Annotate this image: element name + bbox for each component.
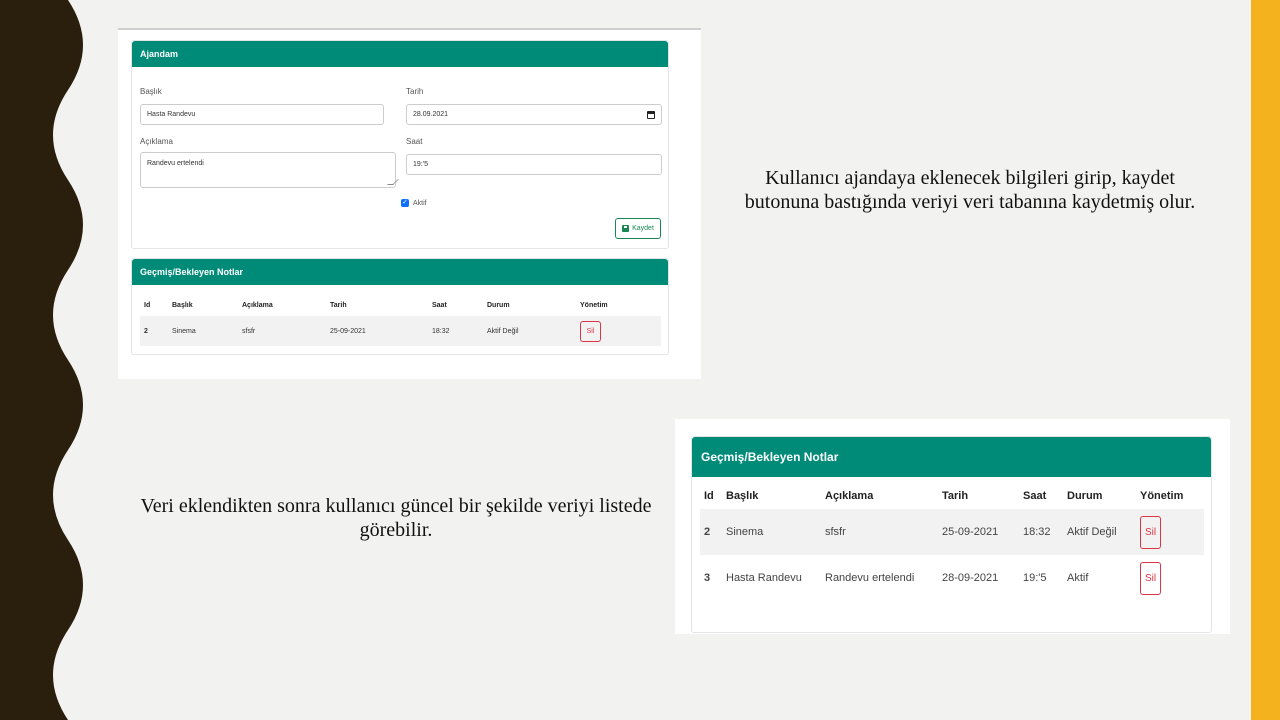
tarih-label: Tarih bbox=[406, 87, 424, 96]
delete-button[interactable]: Sil bbox=[580, 320, 601, 342]
right-accent-bar bbox=[1251, 0, 1280, 720]
aktif-checkbox-group[interactable]: ✓ Aktif bbox=[401, 199, 427, 207]
form-screenshot: Ajandam Başlık Hasta Randevu Tarih 28.09… bbox=[118, 28, 701, 379]
save-button[interactable]: Kaydet bbox=[615, 218, 661, 239]
baslik-input[interactable]: Hasta Randevu bbox=[140, 104, 384, 125]
col-id: Id bbox=[704, 490, 714, 502]
cell-id: 2 bbox=[704, 526, 711, 538]
aciklama-textarea[interactable]: Randevu ertelendi bbox=[140, 152, 399, 188]
caption-top: Kullanıcı ajandaya eklenecek bilgileri g… bbox=[744, 167, 1196, 213]
saat-label: Saat bbox=[406, 137, 423, 146]
aktif-checkbox[interactable]: ✓ bbox=[401, 199, 409, 207]
cell-tarih: 25-09-2021 bbox=[330, 327, 366, 335]
cell-yonetim: Sil bbox=[1140, 509, 1204, 555]
col-durum: Durum bbox=[1067, 490, 1103, 502]
caption-bottom: Veri eklendikten sonra kullanıcı güncel … bbox=[140, 495, 652, 541]
col-durum: Durum bbox=[487, 302, 510, 309]
cell-durum: Aktif Değil bbox=[1067, 526, 1117, 538]
saat-input[interactable]: 19:'5 bbox=[406, 154, 662, 175]
cell-aciklama: Randevu ertelendi bbox=[825, 572, 915, 584]
col-aciklama: Açıklama bbox=[242, 302, 273, 309]
table-row: 3 Hasta Randevu Randevu ertelendi 28-09-… bbox=[700, 555, 1204, 601]
cell-id: 3 bbox=[704, 572, 711, 584]
notes-table-small: Id Başlık Açıklama Tarih Saat Durum Yöne… bbox=[140, 295, 661, 346]
tarih-input[interactable]: 28.09.2021 bbox=[406, 104, 662, 125]
cell-baslik: Hasta Randevu bbox=[726, 572, 802, 584]
col-id: Id bbox=[144, 302, 151, 309]
col-yonetim: Yönetim bbox=[580, 302, 608, 309]
notes-card-small: Geçmiş/Bekleyen Notlar Id Başlık Açıklam… bbox=[131, 258, 669, 355]
floppy-disk-icon bbox=[622, 225, 630, 232]
col-yonetim: Yönetim bbox=[1140, 490, 1184, 502]
table-row: 2 Sinema sfsfr 25-09-2021 18:32 Aktif De… bbox=[700, 509, 1204, 555]
col-aciklama: Açıklama bbox=[825, 490, 874, 502]
aciklama-value: Randevu ertelendi bbox=[147, 160, 204, 167]
aktif-label: Aktif bbox=[413, 199, 427, 207]
cell-baslik: Sinema bbox=[726, 526, 764, 538]
col-tarih: Tarih bbox=[942, 490, 969, 502]
col-baslik: Başlık bbox=[172, 302, 193, 309]
save-button-label: Kaydet bbox=[632, 225, 654, 232]
cell-aciklama: sfsfr bbox=[242, 327, 256, 335]
cell-saat: 18:32 bbox=[432, 327, 450, 335]
resize-handle[interactable] bbox=[387, 179, 399, 185]
aciklama-label: Açıklama bbox=[140, 137, 173, 146]
cell-saat: 18:32 bbox=[1023, 526, 1051, 538]
col-saat: Saat bbox=[1023, 490, 1047, 502]
col-baslik: Başlık bbox=[726, 490, 759, 502]
cell-durum: Aktif Değil bbox=[487, 327, 519, 335]
cell-tarih: 25-09-2021 bbox=[942, 526, 999, 538]
agenda-card-title: Ajandam bbox=[132, 41, 668, 67]
table-row: 2 Sinema sfsfr 25-09-2021 18:32 Aktif De… bbox=[140, 316, 661, 346]
col-tarih: Tarih bbox=[330, 302, 347, 309]
notes-card-small-title: Geçmiş/Bekleyen Notlar bbox=[132, 259, 668, 285]
cell-aciklama: sfsfr bbox=[825, 526, 846, 538]
cell-tarih: 28-09-2021 bbox=[942, 572, 999, 584]
baslik-label: Başlık bbox=[140, 87, 162, 96]
delete-button[interactable]: Sil bbox=[1140, 515, 1161, 549]
cell-yonetim: Sil bbox=[580, 316, 661, 346]
calendar-icon[interactable] bbox=[647, 111, 655, 119]
tarih-value: 28.09.2021 bbox=[413, 111, 449, 118]
delete-button[interactable]: Sil bbox=[1140, 561, 1161, 595]
cell-id: 2 bbox=[144, 327, 148, 335]
list-screenshot: Geçmiş/Bekleyen Notlar Id Başlık Açıklam… bbox=[675, 419, 1230, 634]
cell-yonetim: Sil bbox=[1140, 555, 1204, 601]
notes-table-large: Id Başlık Açıklama Tarih Saat Durum Yöne… bbox=[700, 489, 1204, 601]
cell-durum: Aktif bbox=[1067, 572, 1089, 584]
col-saat: Saat bbox=[432, 302, 447, 309]
notes-card-large-title: Geçmiş/Bekleyen Notlar bbox=[692, 437, 1211, 477]
left-wave-decoration bbox=[0, 0, 83, 720]
agenda-card: Ajandam Başlık Hasta Randevu Tarih 28.09… bbox=[131, 40, 669, 249]
notes-card-large: Geçmiş/Bekleyen Notlar Id Başlık Açıklam… bbox=[691, 436, 1212, 633]
cell-saat: 19:'5 bbox=[1023, 572, 1047, 584]
cell-baslik: Sinema bbox=[172, 327, 196, 335]
